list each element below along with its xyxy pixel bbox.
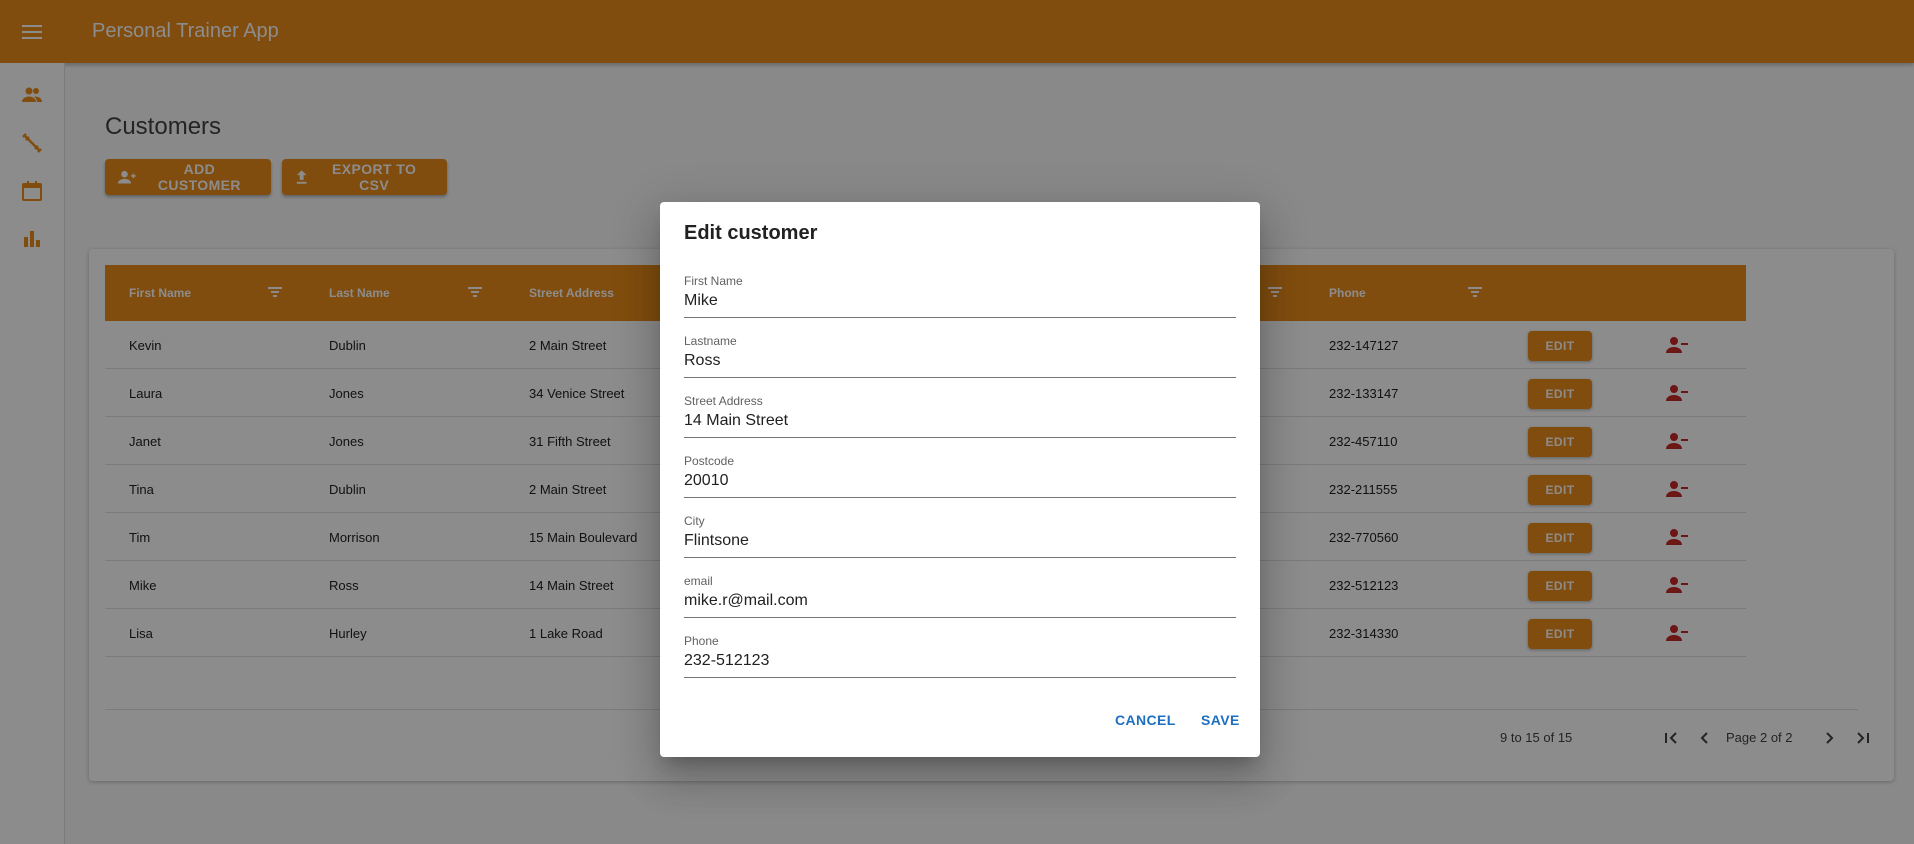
field-label: email <box>684 574 713 588</box>
phone-input[interactable] <box>684 647 1236 675</box>
phone-field: Phone <box>684 634 1236 678</box>
postcode-input[interactable] <box>684 467 1236 495</box>
email-input[interactable] <box>684 587 1236 615</box>
street-address-field: Street Address <box>684 394 1236 438</box>
postcode-field: Postcode <box>684 454 1236 498</box>
email-field: email <box>684 574 1236 618</box>
cancel-button[interactable]: CANCEL <box>1115 712 1176 728</box>
edit-customer-dialog: Edit customer First Name Lastname Street… <box>660 202 1260 757</box>
field-label: Postcode <box>684 454 735 468</box>
field-label: Phone <box>684 634 719 648</box>
field-label: Lastname <box>684 334 737 348</box>
field-label: City <box>684 514 705 528</box>
city-input[interactable] <box>684 527 1236 555</box>
first-name-input[interactable] <box>684 287 1236 315</box>
lastname-field: Lastname <box>684 334 1236 378</box>
dialog-title: Edit customer <box>684 222 818 244</box>
field-label: First Name <box>684 274 743 288</box>
city-field: City <box>684 514 1236 558</box>
save-button[interactable]: SAVE <box>1201 712 1240 728</box>
first-name-field: First Name <box>684 274 1236 318</box>
field-label: Street Address <box>684 394 763 408</box>
street-address-input[interactable] <box>684 407 1236 435</box>
lastname-input[interactable] <box>684 347 1236 375</box>
